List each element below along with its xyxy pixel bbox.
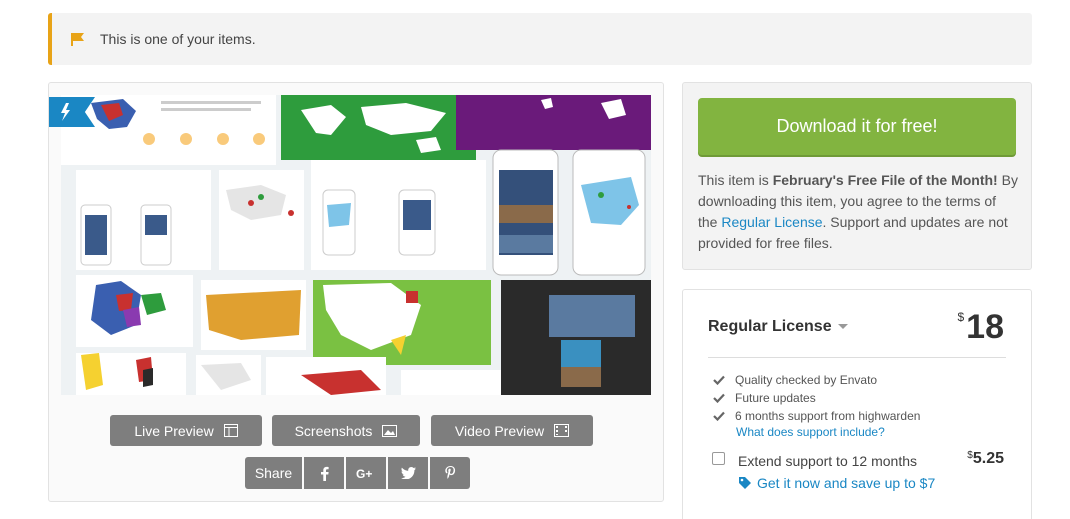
license-features: Quality checked by Envato Future updates…	[713, 371, 920, 425]
screenshots-button[interactable]: Screenshots	[272, 415, 420, 446]
check-icon	[713, 375, 725, 385]
divider	[708, 357, 1006, 358]
screenshots-label: Screenshots	[294, 422, 373, 439]
caret-down-icon	[837, 324, 848, 330]
share-bar: Share G+	[245, 457, 470, 489]
price-currency: $	[957, 310, 965, 324]
feature-item: 6 months support from highwarden	[713, 407, 920, 425]
twitter-icon	[400, 467, 416, 479]
license-panel: Regular License $18 Quality checked by E…	[682, 289, 1032, 519]
extend-support-label: Extend support to 12 months	[738, 453, 917, 469]
save-offer-text: Get it now and save up to $7	[757, 475, 936, 491]
extend-price-amount: 5.25	[972, 450, 1004, 467]
item-preview-panel: Live Preview Screenshots Video Preview	[48, 82, 664, 502]
share-label: Share	[245, 457, 302, 489]
owner-notice: This is one of your items.	[48, 13, 1032, 65]
pinterest-icon	[444, 466, 455, 479]
free-text-prefix: This item is	[698, 172, 773, 188]
notice-text: This is one of your items.	[100, 31, 256, 47]
support-info-link[interactable]: What does support include?	[736, 425, 885, 439]
facebook-icon	[320, 466, 329, 481]
googleplus-share-button[interactable]: G+	[346, 457, 386, 489]
download-free-button[interactable]: Download it for free!	[698, 98, 1016, 155]
item-preview-image[interactable]	[61, 95, 651, 395]
check-icon	[713, 393, 725, 403]
free-text-bold: February's Free File of the Month!	[772, 172, 998, 188]
extend-support-checkbox[interactable]	[712, 452, 725, 465]
check-icon	[713, 411, 725, 421]
free-file-panel: Download it for free! This item is Febru…	[682, 82, 1032, 270]
feature-text: Quality checked by Envato	[735, 373, 878, 387]
live-preview-button[interactable]: Live Preview	[110, 415, 262, 446]
flag-icon	[71, 33, 84, 46]
google-plus-icon: G+	[356, 467, 372, 479]
extend-support-price: $5.25	[967, 450, 1004, 468]
video-preview-label: Video Preview	[454, 422, 545, 439]
license-name: Regular License	[708, 318, 832, 335]
twitter-share-button[interactable]	[388, 457, 428, 489]
pinterest-share-button[interactable]	[430, 457, 470, 489]
feature-item: Future updates	[713, 389, 920, 407]
tag-icon	[739, 477, 751, 489]
facebook-share-button[interactable]	[304, 457, 344, 489]
price-amount: 18	[966, 308, 1004, 346]
live-preview-label: Live Preview	[134, 422, 214, 439]
free-file-description: This item is February's Free File of the…	[698, 170, 1018, 254]
image-icon	[382, 424, 398, 437]
video-preview-button[interactable]: Video Preview	[431, 415, 593, 446]
save-offer-link[interactable]: Get it now and save up to $7	[738, 475, 935, 491]
license-price: $18	[957, 308, 1004, 347]
svg-text:G+: G+	[356, 467, 372, 479]
feature-text: 6 months support from highwarden	[735, 409, 921, 423]
regular-license-link[interactable]: Regular License	[721, 214, 822, 230]
preview-collage	[61, 95, 651, 395]
film-icon	[554, 424, 570, 437]
browser-icon	[223, 424, 238, 437]
license-selector[interactable]: Regular License	[708, 318, 848, 336]
feature-text: Future updates	[735, 391, 816, 405]
feature-item: Quality checked by Envato	[713, 371, 920, 389]
